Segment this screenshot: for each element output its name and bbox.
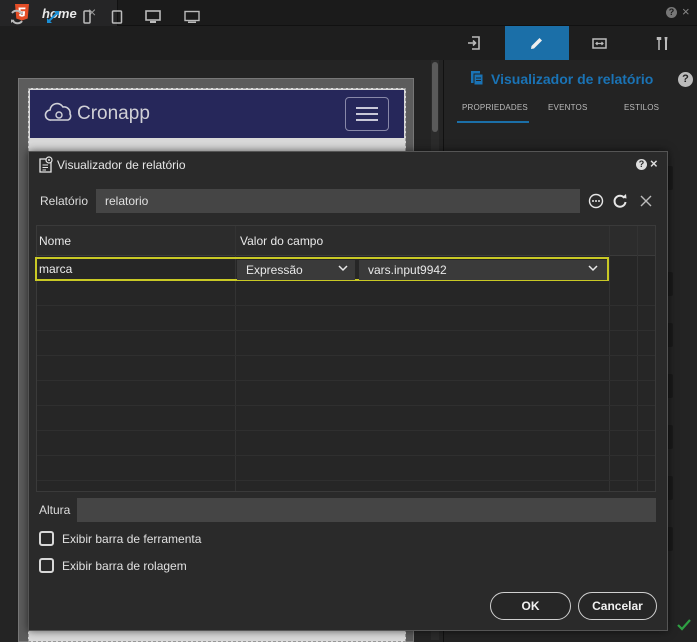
refresh-icon[interactable]	[8, 8, 26, 26]
app-root: home × ? × Cronapp Visualizador de relat…	[0, 0, 697, 642]
close-icon[interactable]: ×	[682, 4, 690, 19]
altura-input[interactable]	[77, 498, 656, 522]
dialog-help-icon[interactable]: ?	[636, 159, 647, 170]
active-subtab-indicator	[457, 121, 529, 123]
dialog-title: Visualizador de relatório	[57, 158, 186, 172]
row-name-cell[interactable]: marca	[39, 262, 72, 276]
altura-label: Altura	[39, 503, 71, 517]
pencil-icon	[531, 38, 542, 49]
toolbar-checkbox-label[interactable]: Exibir barra de ferramenta	[62, 532, 201, 546]
mobile-icon[interactable]	[78, 8, 96, 26]
toolbar-checkbox[interactable]	[39, 531, 54, 546]
tools-icon[interactable]	[655, 35, 671, 52]
grid-header	[37, 226, 655, 256]
grid-row-divider	[37, 305, 655, 306]
hamburger-button[interactable]	[345, 97, 389, 131]
grid-row-divider	[37, 430, 655, 431]
grid-row-divider	[37, 405, 655, 406]
scroll-checkbox[interactable]	[39, 558, 54, 573]
tab-eventos[interactable]: EVENTOS	[548, 103, 588, 112]
device-toolbar	[0, 26, 443, 60]
report-settings-icon	[39, 156, 53, 173]
monitor-icon[interactable]	[183, 8, 201, 26]
cloud-logo-icon	[44, 102, 72, 121]
login-icon[interactable]	[466, 35, 482, 51]
tab-propriedades[interactable]: PROPRIEDADES	[462, 103, 528, 112]
grid-row-divider	[37, 480, 655, 481]
dialog-close-icon[interactable]: ×	[650, 156, 658, 171]
column-header-valor[interactable]: Valor do campo	[240, 234, 323, 248]
cancel-button[interactable]: Cancelar	[578, 592, 657, 620]
ok-button[interactable]: OK	[490, 592, 571, 620]
panel-title: Visualizador de relatório	[491, 71, 654, 87]
chevron-down-icon	[338, 265, 348, 272]
grid-row-divider	[37, 355, 655, 356]
resize-horizontal-icon[interactable]	[591, 35, 608, 52]
scroll-checkbox-label[interactable]: Exibir barra de rolagem	[62, 559, 187, 573]
column-header-nome[interactable]: Nome	[39, 234, 71, 248]
grid-row-divider	[37, 380, 655, 381]
canvas-scrollbar-thumb[interactable]	[432, 62, 438, 132]
value-select[interactable]: vars.input9942	[359, 260, 607, 280]
brand-text: Cronapp	[77, 103, 150, 124]
help-icon[interactable]: ?	[666, 7, 677, 18]
check-icon	[677, 619, 691, 631]
relatorio-input[interactable]: relatorio	[96, 189, 580, 213]
more-options-icon[interactable]	[588, 193, 604, 209]
grid-column-divider	[637, 226, 638, 491]
panel-help-icon[interactable]: ?	[678, 72, 693, 87]
expand-icon[interactable]	[44, 8, 62, 26]
relatorio-label: Relatório	[40, 194, 89, 208]
grid-row-divider	[37, 330, 655, 331]
grid-column-divider	[609, 226, 610, 491]
tab-estilos[interactable]: ESTILOS	[624, 103, 659, 112]
grid-row-divider	[37, 455, 655, 456]
report-icon	[471, 71, 484, 86]
refresh-report-icon[interactable]	[612, 193, 628, 209]
desktop-icon[interactable]	[144, 8, 162, 26]
clear-icon[interactable]	[638, 193, 654, 209]
chevron-down-icon	[588, 265, 598, 272]
tablet-icon[interactable]	[108, 8, 126, 26]
